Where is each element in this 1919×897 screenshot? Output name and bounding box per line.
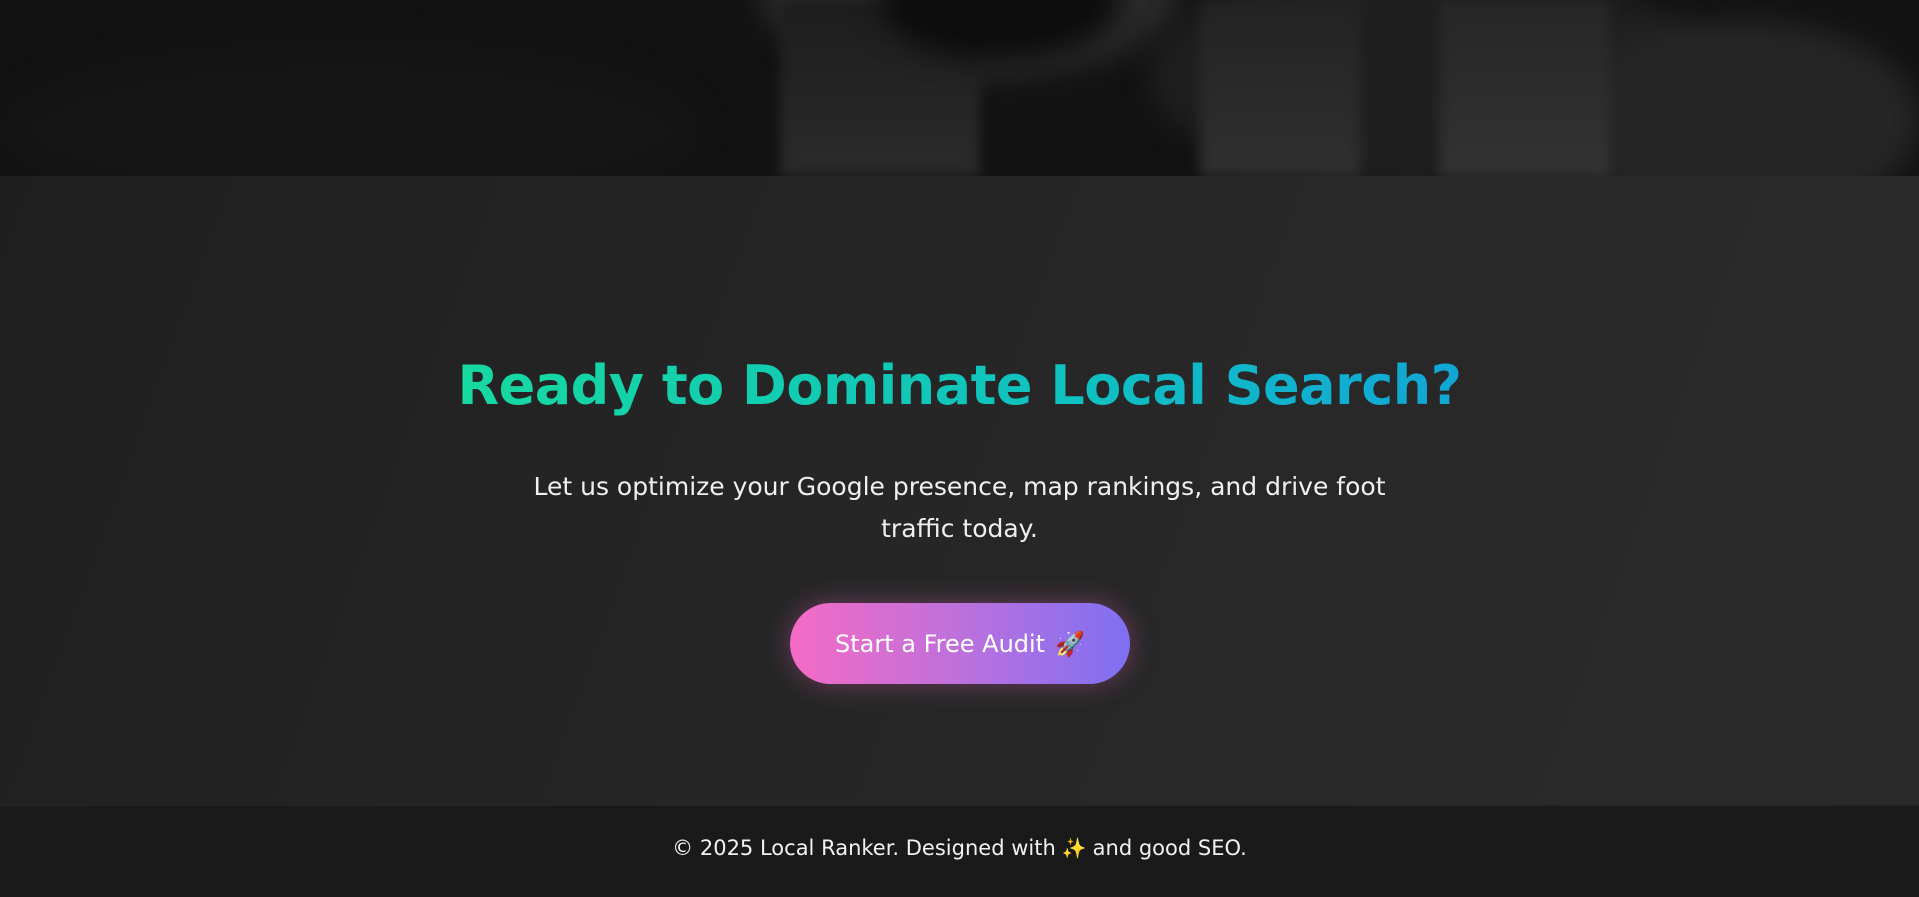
cta-section: Ready to Dominate Local Search? Let us o…	[0, 176, 1919, 805]
cta-title: Ready to Dominate Local Search?	[0, 351, 1919, 421]
rocket-icon: 🚀	[1055, 629, 1085, 658]
footer-text-before: © 2025 Local Ranker. Designed with	[672, 836, 1056, 860]
hero-background-image	[0, 0, 1919, 176]
footer-copyright: © 2025 Local Ranker. Designed with ✨ and g…	[0, 834, 1919, 862]
cta-button-label: Start a Free Audit	[835, 629, 1046, 658]
footer-text-after: and good SEO.	[1092, 836, 1247, 860]
hero-shadow-shape	[0, 40, 700, 176]
sparkles-icon: ✨	[1061, 836, 1087, 860]
page: Ready to Dominate Local Search? Let us o…	[0, 0, 1919, 897]
footer: © 2025 Local Ranker. Designed with ✨ and g…	[0, 805, 1919, 897]
hero-shadow-shape	[1200, 0, 1360, 176]
hero-shadow-shape	[1440, 0, 1610, 176]
start-free-audit-button[interactable]: Start a Free Audit 🚀	[790, 603, 1130, 684]
cta-title-text: Ready to Dominate Local Search?	[457, 354, 1462, 417]
cta-subtitle: Let us optimize your Google presence, ma…	[533, 472, 1386, 543]
